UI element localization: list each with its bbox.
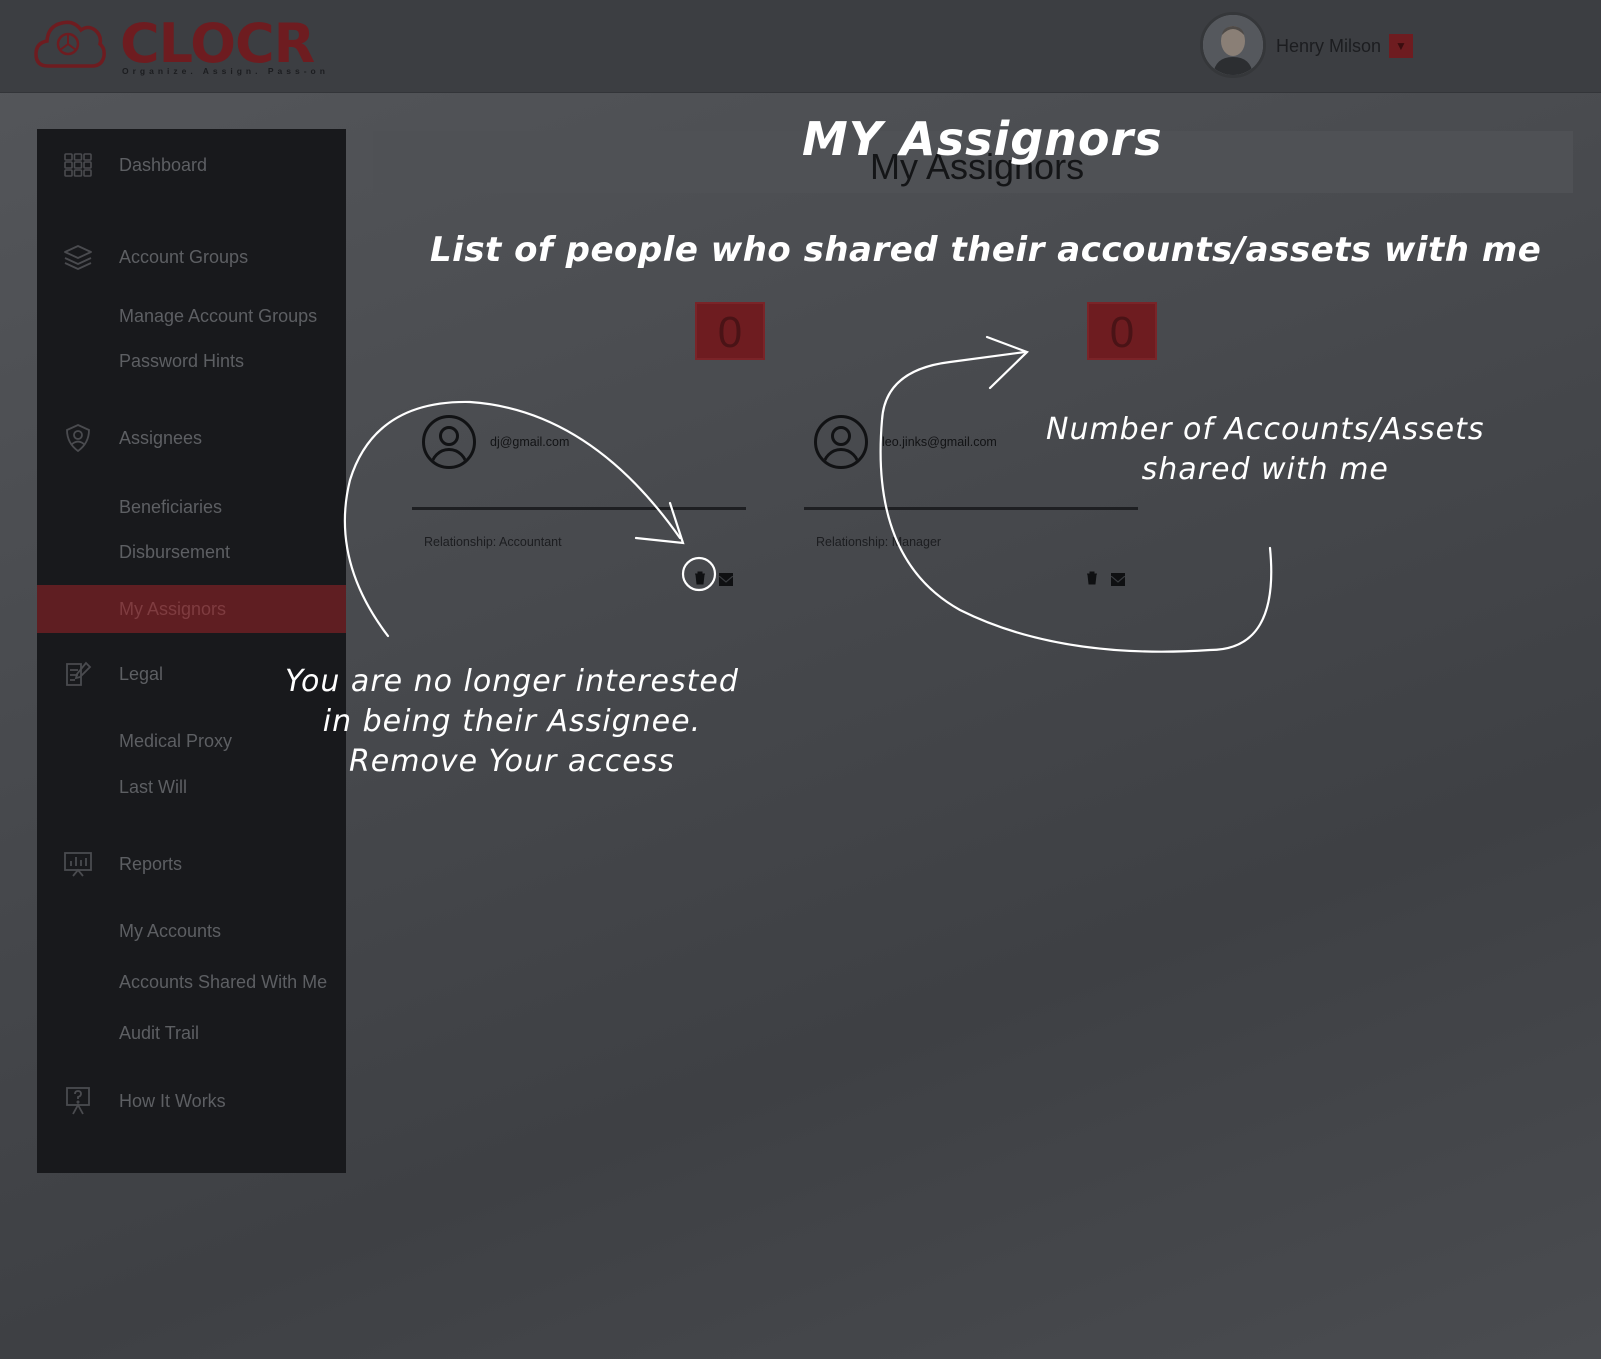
annotation-arrows [343,335,1273,653]
annotation-remove-note: You are no longer interested in being th… [285,662,739,782]
annotation-count-note: Number of Accounts/Assets shared with me [1046,410,1485,490]
annotation-line: in being their Assignee. [322,704,702,739]
annotation-line: Number of Accounts/Assets [1046,412,1485,447]
annotation-subtitle: List of people who shared their accounts… [430,230,1542,270]
annotation-title: MY Assignors [802,112,1163,166]
annotation-line: Remove Your access [348,744,675,779]
annotation-line: shared with me [1141,452,1389,487]
annotation-line: You are no longer interested [285,664,739,699]
